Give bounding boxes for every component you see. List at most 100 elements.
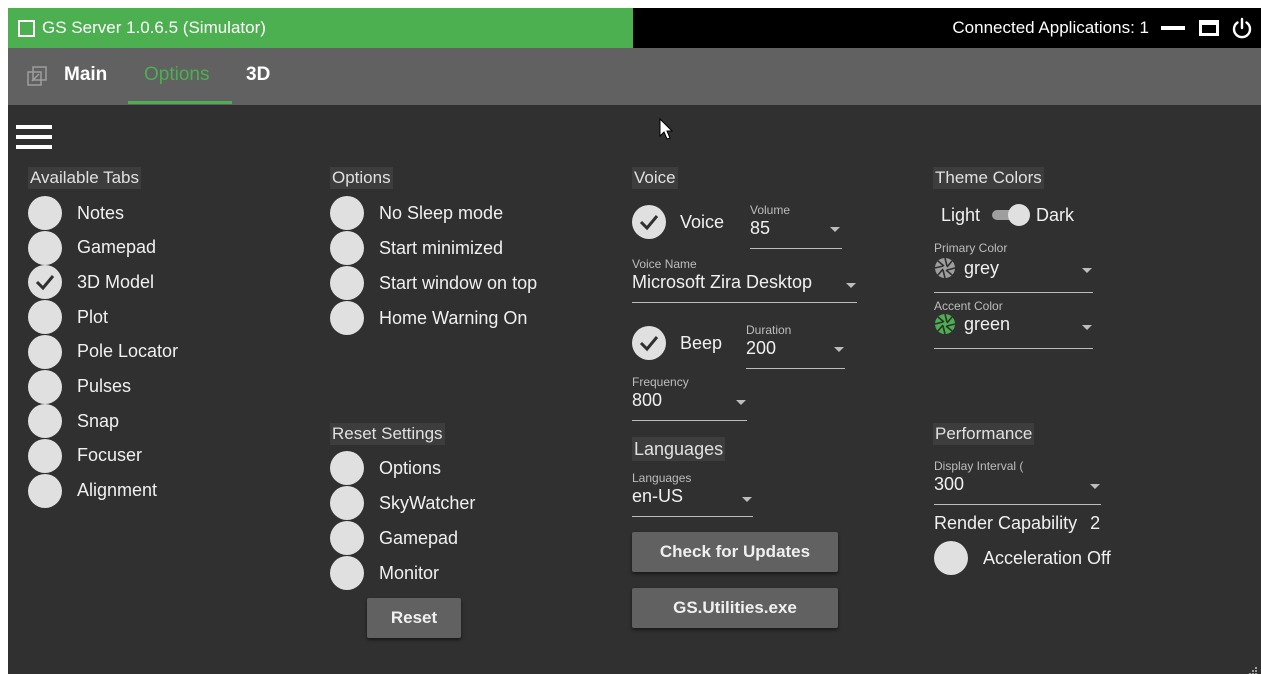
duration-underline [746,368,845,369]
toggle-checkbox[interactable] [28,334,62,369]
render-capability-label: Render Capability [934,513,1078,533]
toggle-item[interactable]: No Sleep mode [330,196,503,230]
toggle-item[interactable]: Focuser [28,438,143,473]
resize-grip-icon[interactable] [1249,662,1257,674]
dark-label: Dark [1036,204,1075,225]
toggle-checkbox[interactable] [330,451,364,485]
tab-options[interactable]: Options [144,64,209,86]
popout-icon[interactable] [26,65,48,87]
toggle-checkbox[interactable] [330,486,364,520]
light-label: Light [941,204,981,225]
power-icon[interactable] [1231,17,1253,39]
toggle-label: 3D Model [77,271,155,292]
volume-underline [750,248,842,249]
tab-bar: Main Options 3D [8,48,1261,105]
tab-3d[interactable]: 3D [246,64,270,86]
beep-toggle[interactable]: Beep [632,326,722,360]
toggle-label: Plot [77,306,109,327]
voice-toggle[interactable]: Voice [632,205,724,239]
toggle-label: Monitor [379,562,440,583]
toggle-checkbox[interactable] [330,266,364,300]
toggle-checkbox[interactable] [28,230,62,265]
toggle-item[interactable]: 3D Model [28,265,155,300]
toggle-checkbox[interactable] [28,438,62,473]
toggle-label: Snap [77,410,120,431]
toggle-item[interactable]: Snap [28,404,120,439]
toggle-label: Gamepad [379,527,459,548]
available-tabs-header: Available Tabs [28,167,142,189]
toggle-item[interactable]: Pole Locator [28,334,178,369]
minimize-icon[interactable] [1161,26,1185,30]
toggle-label: Alignment [77,480,158,501]
maximize-icon[interactable] [1199,20,1219,36]
frequency-value: 800 [632,390,663,410]
frequency-underline [632,420,747,421]
duration-select[interactable]: Duration 200 [746,323,845,369]
chevron-down-icon [834,347,844,352]
acceleration-checkbox[interactable] [934,541,968,575]
toggle-checkbox[interactable] [28,196,62,230]
frequency-select[interactable]: Frequency 800 [632,375,747,421]
chevron-down-icon [846,283,856,288]
app-window: GS Server 1.0.6.5 (Simulator) Connected … [8,8,1261,674]
duration-caption: Duration [746,323,792,337]
toggle-item[interactable]: Notes [28,196,124,230]
utilities-button[interactable]: GS.Utilities.exe [632,588,838,628]
toggle-item[interactable]: Plot [28,300,109,335]
toggle-item[interactable]: Alignment [28,473,158,508]
theme-toggle-switch[interactable] [990,204,1031,226]
toggle-checkbox[interactable] [330,521,364,555]
toggle-item[interactable]: Start window on top [330,266,537,300]
palette-icon [934,313,956,335]
toggle-checkbox[interactable] [330,231,364,265]
check-updates-button[interactable]: Check for Updates [632,532,838,572]
toggle-item[interactable]: SkyWatcher [330,486,475,520]
connected-apps-label: Connected Applications: 1 [952,18,1149,37]
toggle-checkbox[interactable] [28,404,62,439]
voice-name-select[interactable]: Voice Name Microsoft Zira Desktop [632,257,857,303]
toggle-checkbox[interactable] [28,300,62,335]
render-capability-value: 2 [1090,513,1101,533]
display-interval-select[interactable]: Display Interval ( 300 [934,459,1101,505]
menu-icon[interactable] [16,125,52,149]
volume-caption: Volume [750,203,791,217]
chevron-down-icon [830,227,840,232]
voice-checkbox[interactable] [632,205,666,239]
toggle-checkbox[interactable] [330,556,364,590]
toggle-checkbox[interactable] [28,369,62,404]
primary-color-select[interactable]: Primary Color grey [934,241,1093,293]
volume-select[interactable]: Volume 85 [750,203,842,249]
toggle-label: Start minimized [379,237,504,258]
checkmark-icon[interactable] [28,265,62,300]
languages-caption: Languages [632,471,692,485]
toggle-item[interactable]: Home Warning On [330,301,527,335]
toggle-item[interactable]: Monitor [330,556,439,590]
languages-select[interactable]: Languages en-US [632,471,753,517]
chevron-down-icon [1090,484,1100,489]
toggle-item[interactable]: Start minimized [330,231,503,265]
languages-header: Languages [632,437,726,461]
checkbox-icon[interactable] [18,19,35,37]
toggle-item[interactable]: Gamepad [330,521,458,555]
voice-name-underline [632,302,857,303]
voice-header: Voice [632,167,678,189]
toggle-label: Options [379,457,442,478]
toggle-checkbox[interactable] [330,301,364,335]
accent-color-select[interactable]: Accent Color green [934,299,1093,349]
beep-checkbox[interactable] [632,326,666,360]
toggle-item[interactable]: Options [330,451,441,485]
acceleration-toggle[interactable]: Acceleration Off [934,541,1111,575]
toggle-label: Focuser [77,445,143,466]
toggle-checkbox[interactable] [28,473,62,508]
accent-color-underline [934,348,1093,349]
chevron-down-icon [1082,325,1092,330]
toggle-item[interactable]: Gamepad [28,230,156,265]
active-tab-indicator [128,101,232,104]
reset-button[interactable]: Reset [367,598,461,638]
toggle-item[interactable]: Pulses [28,369,131,404]
toggle-checkbox[interactable] [330,196,364,230]
tab-main[interactable]: Main [64,64,107,86]
chevron-down-icon [736,400,746,405]
chevron-down-icon [1082,268,1092,273]
display-interval-value: 300 [934,474,965,494]
